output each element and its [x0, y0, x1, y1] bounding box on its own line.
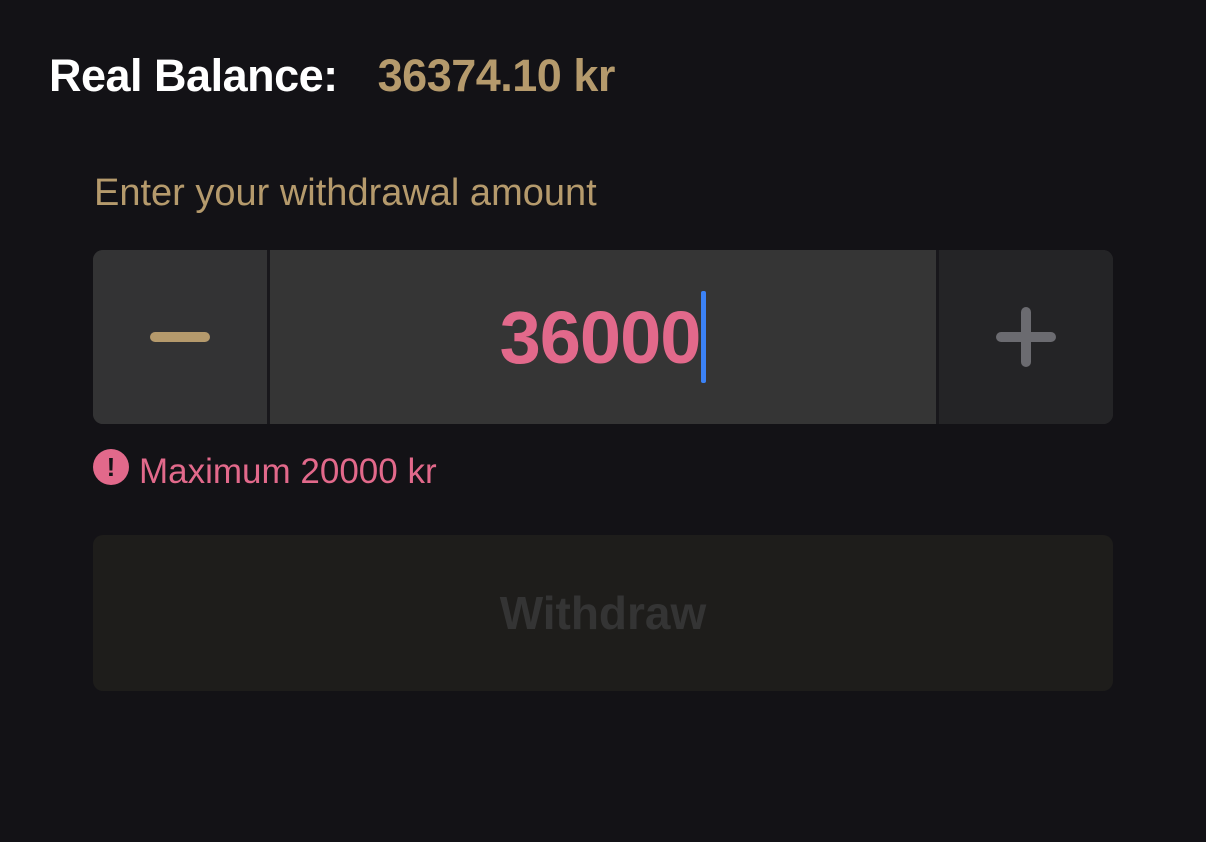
- error-message: Maximum 20000 kr: [139, 452, 437, 491]
- withdraw-button[interactable]: Withdraw: [93, 535, 1113, 691]
- plus-icon: [996, 307, 1056, 367]
- decrement-button[interactable]: [93, 250, 270, 424]
- increment-button[interactable]: [936, 250, 1113, 424]
- amount-value: 36000: [499, 295, 702, 379]
- error-message-row: ! Maximum 20000 kr: [93, 449, 437, 492]
- amount-stepper: 36000: [93, 250, 1113, 424]
- text-caret: [701, 291, 707, 383]
- amount-input[interactable]: 36000: [270, 250, 936, 424]
- balance-label: Real Balance:: [49, 50, 338, 101]
- withdrawal-amount-label: Enter your withdrawal amount: [94, 172, 597, 214]
- balance-row: Real Balance: 36374.10 kr: [49, 48, 615, 104]
- minus-icon: [150, 332, 210, 342]
- exclamation-circle-icon: !: [93, 449, 129, 485]
- balance-value: 36374.10 kr: [377, 50, 616, 101]
